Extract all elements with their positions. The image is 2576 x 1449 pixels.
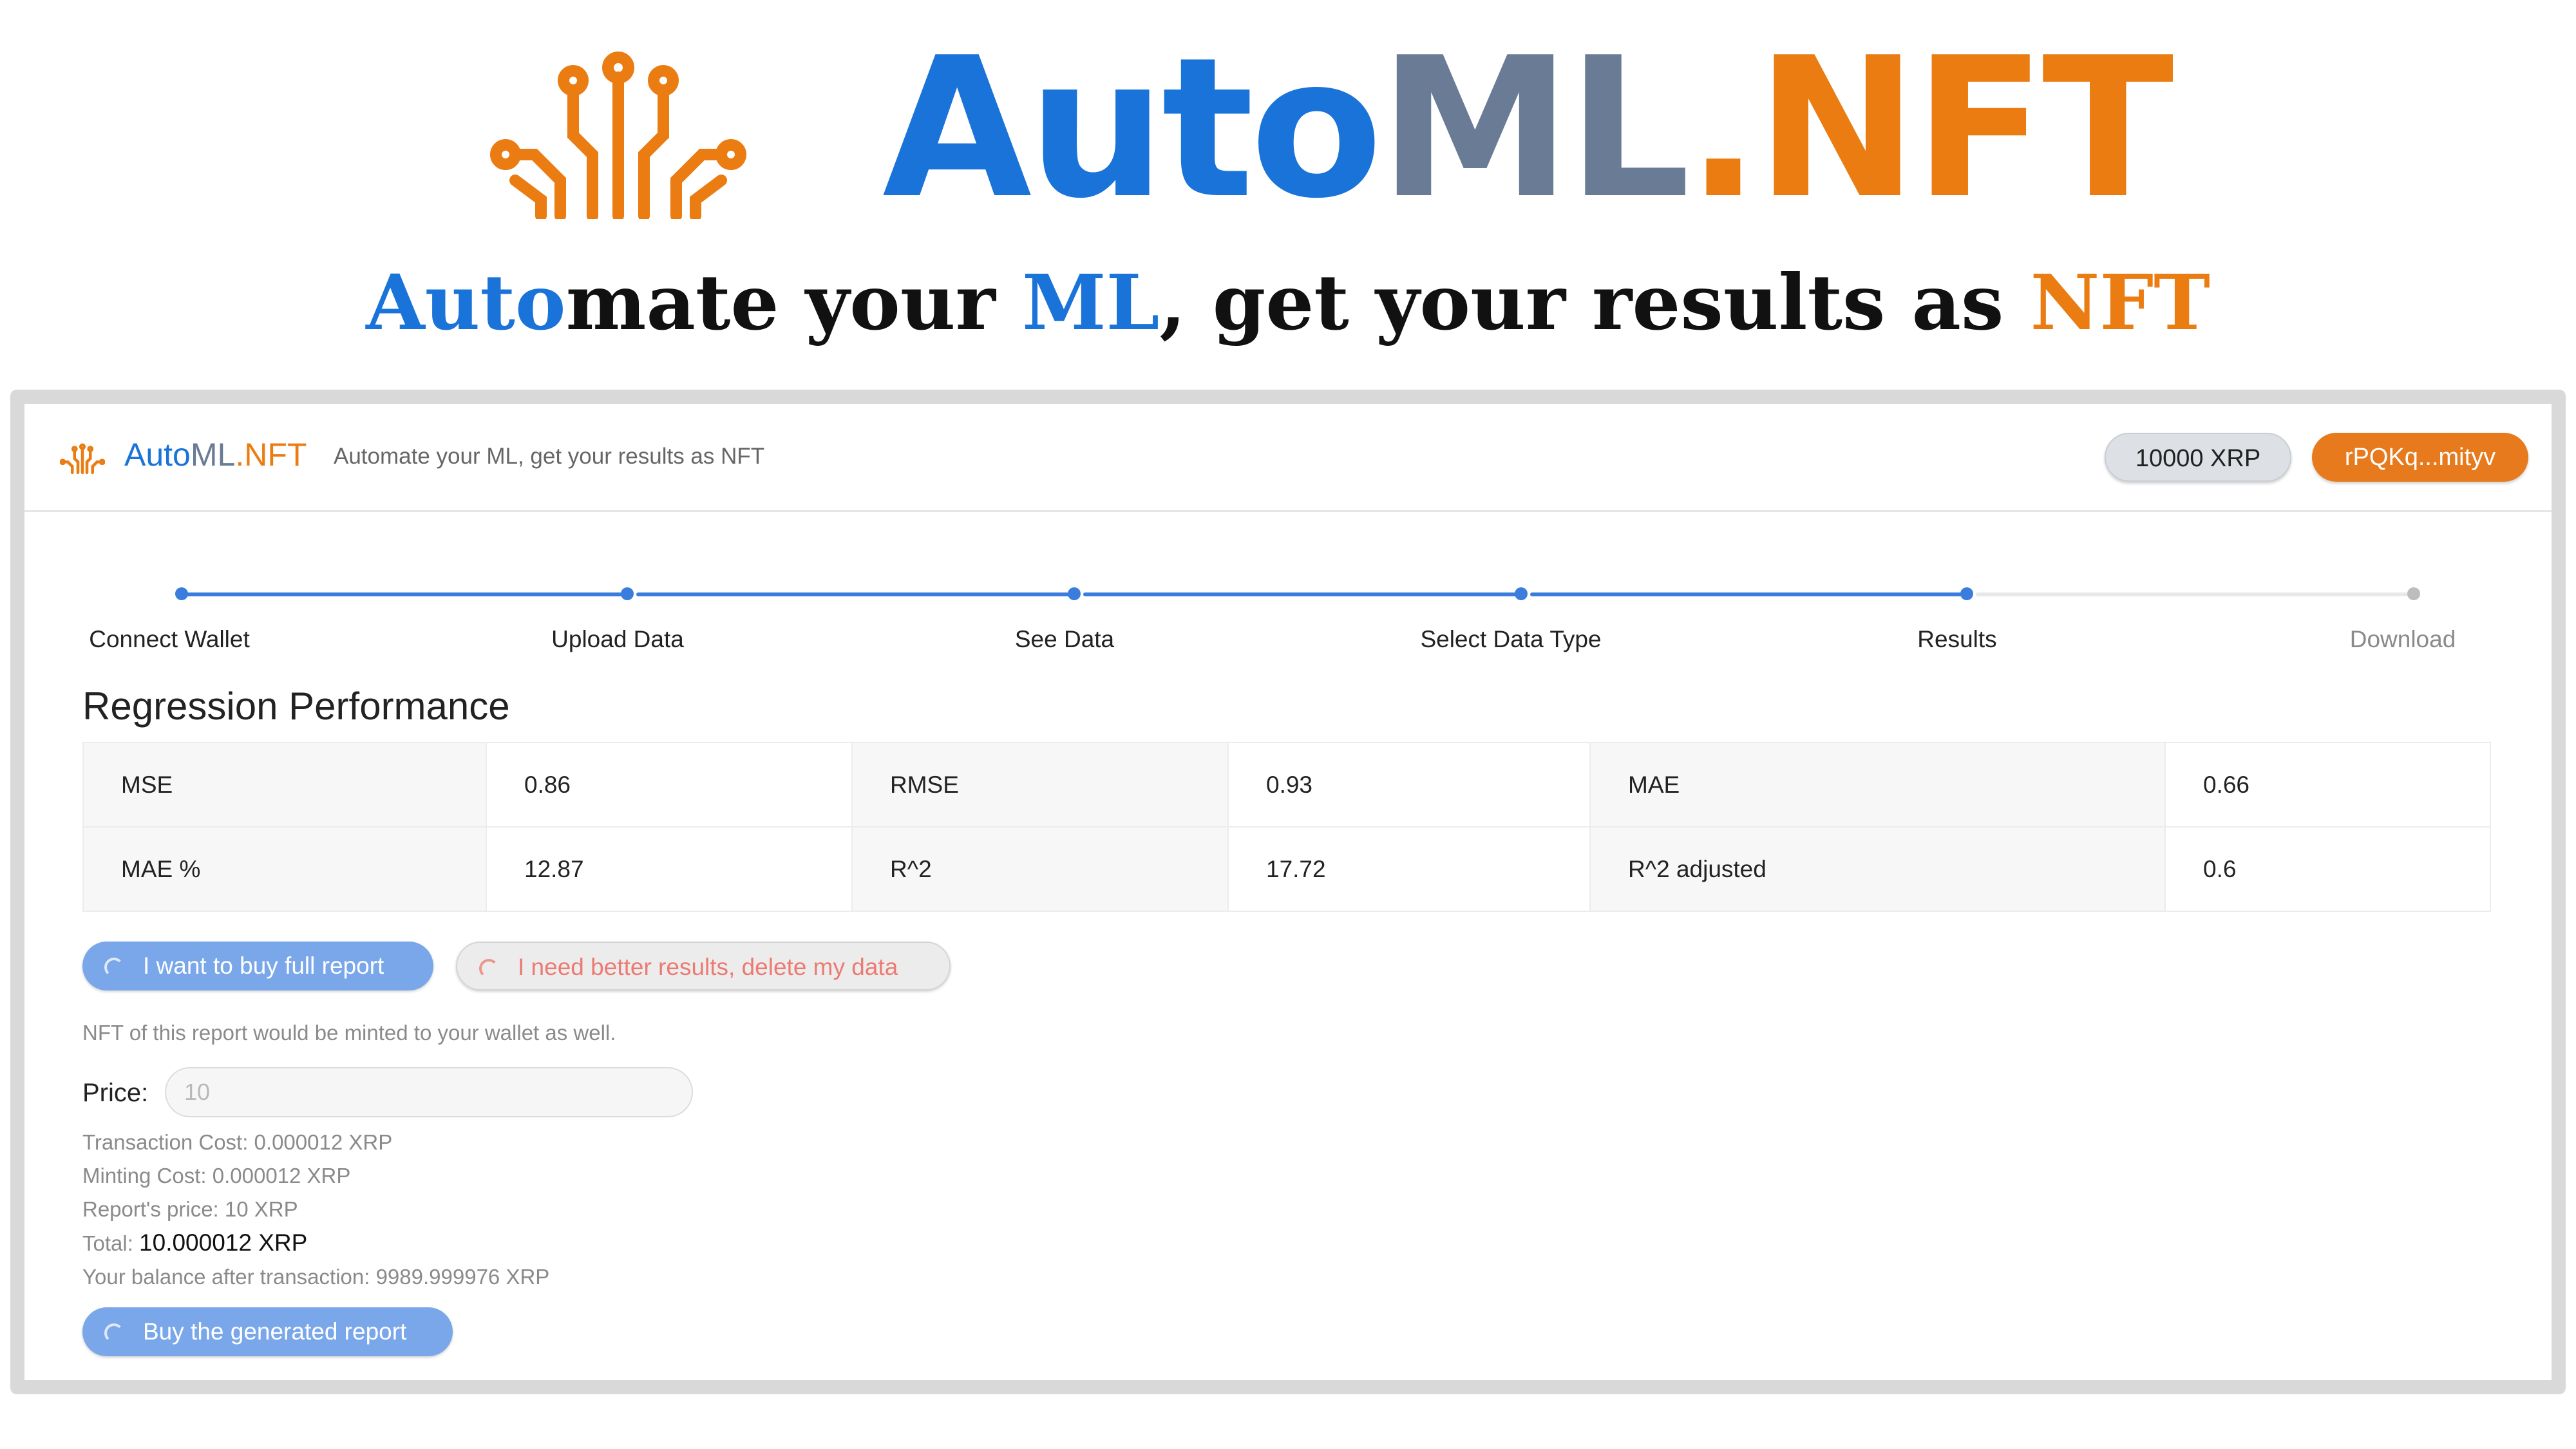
hero-tagline: Automate your ML, get your results as NF… (366, 258, 2210, 347)
balance-after: Your balance after transaction: 9989.999… (82, 1265, 550, 1289)
total-cost: Total: 10.000012 XRP (82, 1229, 308, 1256)
step-dot (1960, 587, 1973, 600)
metric-key: MAE % (82, 826, 487, 912)
nav-tagline: Automate your ML, get your results as NF… (334, 444, 765, 469)
buy-full-report-button[interactable]: I want to buy full report (82, 942, 433, 990)
circuit-logo-icon[interactable] (60, 442, 105, 475)
metrics-table: MSE 0.86 RMSE 0.93 MAE 0.66 MAE % 12.87 … (82, 742, 2491, 912)
step-dot (1068, 587, 1081, 600)
price-input[interactable]: 10 (165, 1067, 693, 1117)
buy-report-button[interactable]: Buy the generated report (82, 1307, 453, 1356)
metric-key: R^2 (851, 826, 1229, 912)
balance-badge[interactable]: 10000 XRP (2105, 433, 2291, 482)
table-row: MAE % 12.87 R^2 17.72 R^2 adjusted 0.6 (82, 826, 2491, 912)
top-navbar: AutoML.NFT Automate your ML, get your re… (24, 404, 2552, 512)
metric-value: 0.6 (2164, 826, 2491, 912)
metric-key: MAE (1589, 742, 2166, 828)
step-connector (1530, 592, 1965, 596)
step-connector (1976, 592, 2418, 596)
circuit-logo-icon (490, 52, 746, 219)
metric-value: 12.87 (486, 826, 853, 912)
metric-key: RMSE (851, 742, 1229, 828)
metric-value: 0.93 (1227, 742, 1591, 828)
metric-key: R^2 adjusted (1589, 826, 2166, 912)
step-dot (175, 587, 188, 600)
metric-value: 17.72 (1227, 826, 1591, 912)
step-connector (185, 592, 631, 596)
step-label-download[interactable]: Download (2350, 626, 2456, 653)
app-window: AutoML.NFT Automate your ML, get your re… (24, 404, 2552, 1380)
step-label-select-data-type[interactable]: Select Data Type (1420, 626, 1601, 653)
metric-value: 0.86 (486, 742, 853, 828)
step-label-results[interactable]: Results (1917, 626, 1996, 653)
progress-stepper: Connect Wallet Upload Data See Data Sele… (24, 571, 2552, 652)
hero-banner: AutoML.NFT Automate your ML, get your re… (0, 0, 2576, 386)
nft-mint-note: NFT of this report would be minted to yo… (82, 1021, 616, 1045)
delete-data-button[interactable]: I need better results, delete my data (456, 942, 951, 990)
wallet-address-button[interactable]: rPQKq...mityv (2312, 433, 2528, 482)
metric-key: MSE (82, 742, 487, 828)
section-title: Regression Performance (82, 685, 510, 728)
step-label-see-data[interactable]: See Data (1015, 626, 1114, 653)
step-dot (621, 587, 634, 600)
spinner-icon (104, 1323, 124, 1343)
step-dot (1515, 587, 1528, 600)
step-connector (1083, 592, 1525, 596)
step-dot (2407, 587, 2420, 600)
hero-title: AutoML.NFT (882, 16, 2174, 241)
report-price: Report's price: 10 XRP (82, 1197, 298, 1221)
step-connector (636, 592, 1078, 596)
table-row: MSE 0.86 RMSE 0.93 MAE 0.66 (82, 742, 2491, 828)
minting-cost: Minting Cost: 0.000012 XRP (82, 1164, 351, 1188)
transaction-cost: Transaction Cost: 0.000012 XRP (82, 1130, 393, 1154)
step-label-connect-wallet[interactable]: Connect Wallet (89, 626, 250, 653)
metric-value: 0.66 (2164, 742, 2491, 828)
step-label-upload-data[interactable]: Upload Data (551, 626, 684, 653)
nav-brand[interactable]: AutoML.NFT (124, 436, 307, 473)
price-label: Price: (82, 1079, 149, 1107)
spinner-icon (479, 959, 498, 979)
spinner-icon (104, 958, 124, 978)
app-screenshot-frame: AutoML.NFT Automate your ML, get your re… (10, 390, 2566, 1394)
